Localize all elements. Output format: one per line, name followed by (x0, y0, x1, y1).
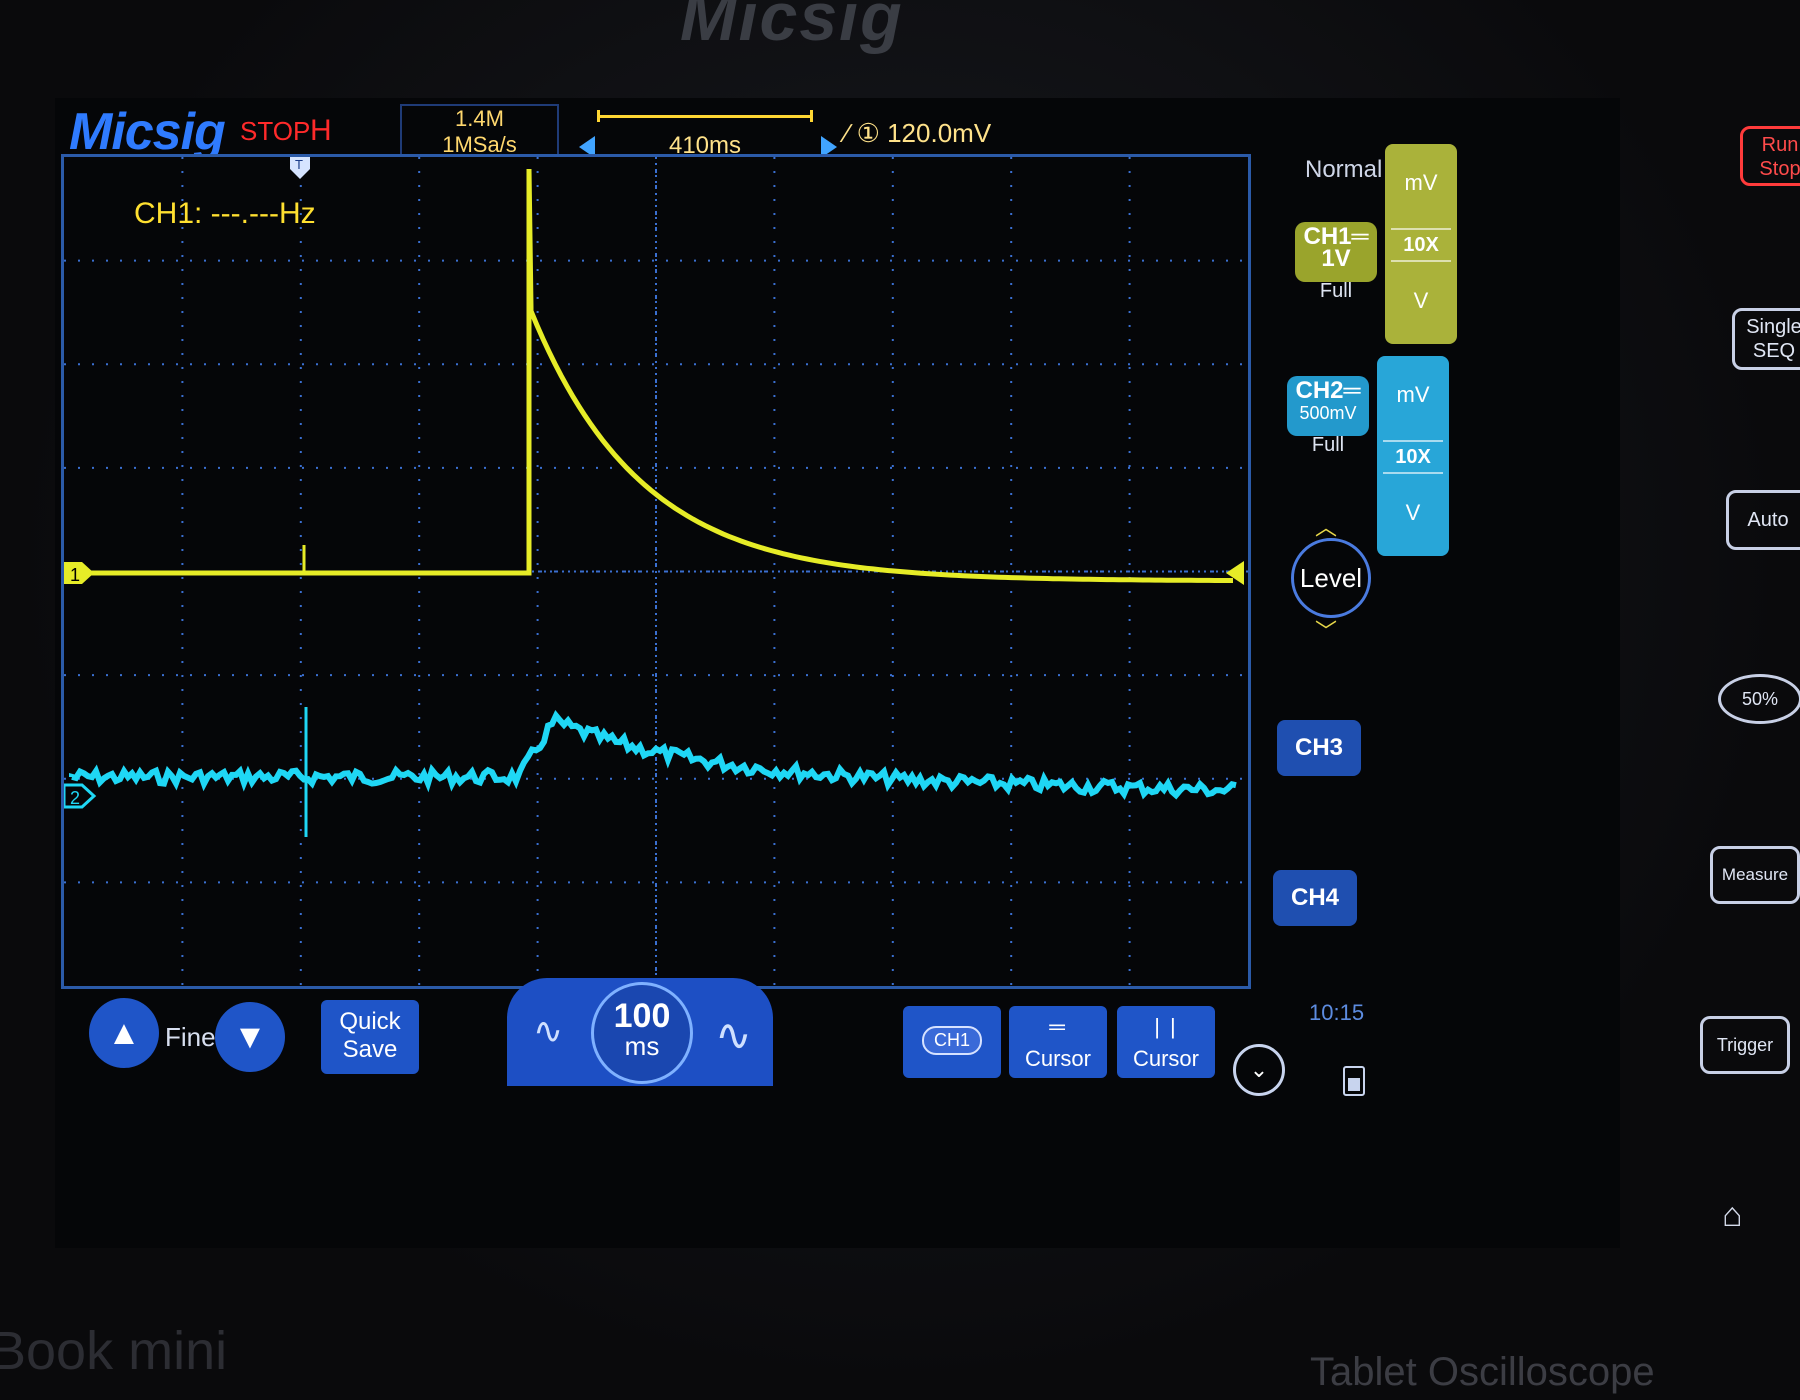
timebase-increase-icon[interactable]: ∿ (715, 1010, 752, 1061)
collapse-menu-button[interactable]: ⌄ (1233, 1044, 1285, 1096)
top-brand: Micsig (680, 0, 904, 55)
chevron-down-icon[interactable]: ﹀ (1315, 614, 1337, 646)
triangle-up-icon: ▲ (107, 1014, 141, 1052)
timebase-value: 100 (613, 997, 671, 1035)
chevron-down-icon: ⌄ (1249, 1057, 1269, 1082)
ch1-unit-bottom: V (1413, 288, 1429, 313)
micsig-logo: Micsig (69, 103, 226, 161)
quick-save-line1: Quick (339, 1008, 401, 1035)
bottom-left-brand: Book mini (0, 1321, 228, 1381)
hcursor-label: Cursor (1024, 1046, 1091, 1071)
single-line1: Single (1746, 316, 1800, 338)
ch4-button[interactable]: CH4 (1273, 870, 1357, 926)
vertical-cursor-button[interactable]: | | Cursor (1117, 1006, 1215, 1078)
measure-button[interactable]: Measure (1710, 846, 1800, 904)
fifty-percent-button[interactable]: 50% (1718, 674, 1800, 724)
trigger-button[interactable]: Trigger (1700, 1016, 1790, 1074)
timebase-dial[interactable]: 100 ms (591, 982, 693, 1084)
run-state-indicator[interactable]: STOP (240, 116, 310, 147)
time-offset-control[interactable]: 410ms (579, 102, 837, 162)
ch3-button[interactable]: CH3 (1277, 720, 1361, 776)
record-window-bar (597, 110, 813, 122)
hcursor-icon: ═ (1049, 1014, 1067, 1039)
battery-icon (1343, 1066, 1365, 1096)
ch2-scale: 500mV (1299, 403, 1357, 423)
ch2-probe-ratio: 10X (1383, 440, 1443, 474)
ch1-tab[interactable]: CH1═ 1V (1295, 222, 1377, 282)
ch1-marker-label: 1 (70, 565, 80, 585)
run-stop-line1: Run (1761, 134, 1799, 156)
ch1-pill: CH1 (921, 1026, 982, 1055)
bottom-right-brand: Tablet Oscilloscope (1310, 1350, 1655, 1394)
graticule: 1 2 T (64, 157, 1248, 986)
vcursor-label: Cursor (1132, 1046, 1199, 1071)
timebase-decrease-icon[interactable]: ∿ (533, 1010, 563, 1052)
run-stop-line2: Stop (1759, 158, 1800, 180)
run-stop-button[interactable]: Run Stop (1740, 126, 1800, 186)
trigger-level-button[interactable]: Level (1291, 538, 1371, 618)
ch1-scale-strip[interactable]: mV 10X V (1385, 144, 1457, 344)
trigger-info[interactable]: ∕ ① 120.0mV (845, 118, 991, 149)
ch2-unit-bottom: V (1405, 500, 1421, 525)
triangle-down-icon: ▼ (233, 1018, 267, 1056)
fine-down-button[interactable]: ▼ (215, 1002, 285, 1072)
horizontal-cursor-button[interactable]: ═ Cursor (1009, 1006, 1107, 1078)
vcursor-icon: | | (1154, 1014, 1178, 1039)
trigger-mode-indicator: H (310, 114, 332, 147)
ch1-unit-top: mV (1404, 170, 1438, 195)
memory-depth: 1.4M (455, 106, 504, 131)
ch2-label: CH2═ (1295, 377, 1361, 404)
clock: 10:15 (1309, 1000, 1365, 1025)
device-frame: Micsig Book mini Tablet Oscilloscope Mic… (0, 0, 1800, 1400)
timebase-unit: ms (624, 1031, 660, 1061)
ch2-marker-label: 2 (70, 788, 80, 808)
screen: Micsig STOP H 1.4M 1MSa/s 410ms ∕ ① 120.… (55, 98, 1620, 1248)
ch1-select-button[interactable]: CH1 (903, 1006, 1001, 1078)
ch1-frequency-readout: CH1: ---.---Hz (134, 197, 316, 230)
quick-save-button[interactable]: Quick Save (321, 1000, 419, 1074)
ch1-probe-ratio: 10X (1391, 228, 1451, 262)
fine-label: Fine (165, 1022, 216, 1052)
single-seq-button[interactable]: Single SEQ (1732, 308, 1800, 370)
home-icon[interactable]: ⌂ (1722, 1196, 1743, 1235)
waveform-display[interactable]: 1 2 T CH1: ---.---Hz (61, 154, 1251, 989)
single-line2: SEQ (1752, 340, 1796, 362)
ch2-tab[interactable]: CH2═ 500mV (1287, 376, 1369, 436)
ch2-unit-top: mV (1396, 382, 1430, 407)
ch1-bandwidth: Full (1319, 280, 1353, 302)
auto-button[interactable]: Auto (1726, 490, 1800, 550)
trigger-position-label: T (295, 157, 303, 172)
fine-up-button[interactable]: ▲ (89, 998, 159, 1068)
quick-save-line2: Save (342, 1036, 398, 1063)
ch2-scale-strip[interactable]: mV 10X V (1377, 356, 1449, 556)
ch2-bandwidth: Full (1311, 434, 1345, 456)
acquisition-mode[interactable]: Normal (1305, 156, 1382, 184)
ch1-scale: 1V (1321, 245, 1351, 272)
ch2-trace (69, 710, 1237, 801)
